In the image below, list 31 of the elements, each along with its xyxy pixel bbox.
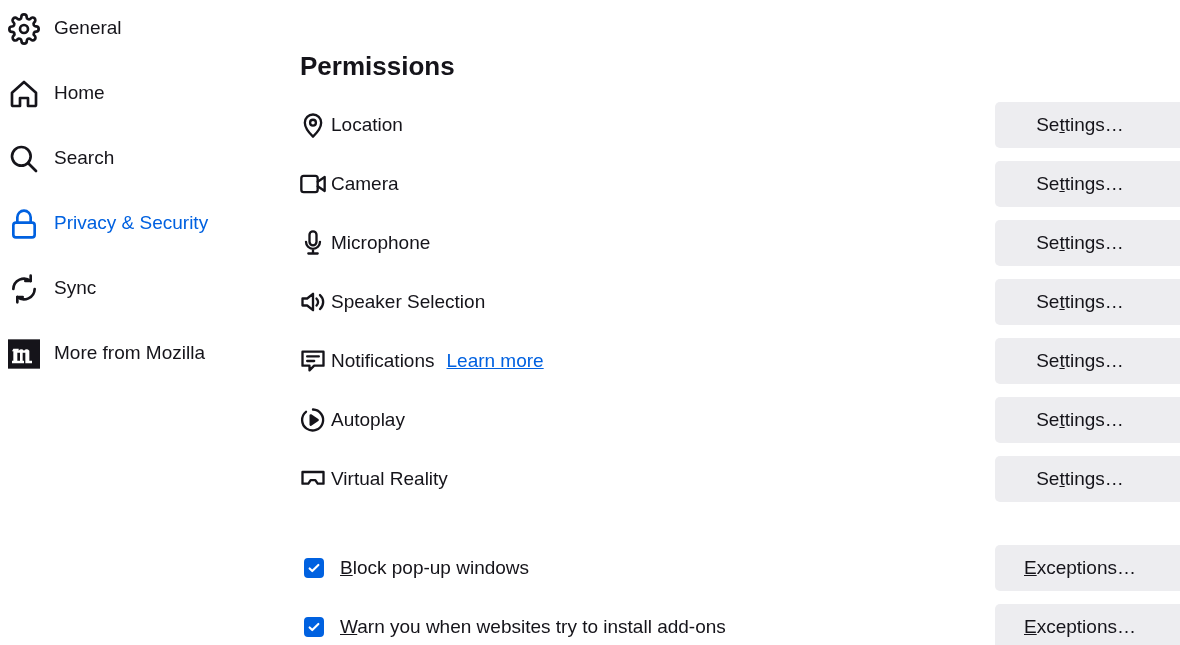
permission-label: Microphone <box>331 230 431 255</box>
checkbox-label[interactable]: Warn you when websites try to install add-ons <box>340 612 726 642</box>
sidebar-item[interactable]: General <box>54 14 122 43</box>
settings-button[interactable]: Settings… <box>995 219 1180 266</box>
sidebar-item[interactable]: Home <box>54 79 105 108</box>
sidebar-item[interactable]: Sync <box>54 274 97 303</box>
permission-label: Location <box>331 112 403 137</box>
sidebar-item[interactable]: Search <box>54 144 115 173</box>
settings-button[interactable]: Settings… <box>995 337 1180 384</box>
mozilla-logo-icon <box>8 337 40 370</box>
section-heading: Permissions <box>300 50 456 83</box>
permission-label: Virtual Reality <box>331 466 448 491</box>
gear-icon <box>8 12 40 45</box>
permission-label: Notifications <box>331 348 435 373</box>
permission-label: Autoplay <box>331 407 405 432</box>
exceptions-button[interactable]: Exceptions… <box>995 603 1180 645</box>
learn-more-link[interactable]: Learn more <box>446 346 544 376</box>
settings-button[interactable]: Settings… <box>995 396 1180 443</box>
permission-label: Speaker Selection <box>331 289 486 314</box>
settings-button[interactable]: Settings… <box>995 278 1180 325</box>
checkbox[interactable] <box>304 557 324 578</box>
settings-button[interactable]: Settings… <box>995 455 1180 502</box>
settings-button[interactable]: Settings… <box>995 101 1180 148</box>
permission-label: Camera <box>331 171 399 196</box>
sidebar-item[interactable]: More from Mozilla <box>54 339 205 368</box>
sidebar-item[interactable]: Privacy & Security <box>54 209 209 238</box>
checkbox-label[interactable]: Block pop-up windows <box>340 553 530 583</box>
exceptions-button[interactable]: Exceptions… <box>995 544 1180 591</box>
checkbox[interactable] <box>304 616 324 637</box>
settings-button[interactable]: Settings… <box>995 160 1180 207</box>
autoplay-icon <box>299 405 327 434</box>
